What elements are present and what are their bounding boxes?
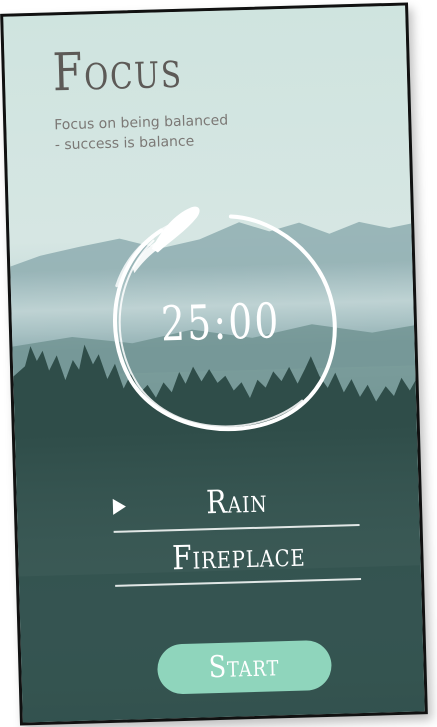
app-title: Focus	[51, 39, 184, 104]
sound-option-fireplace[interactable]: Fireplace	[114, 533, 363, 579]
timer: 25:00	[90, 195, 351, 452]
focus-app-card: Focus Focus on being balanced - success …	[0, 2, 428, 726]
start-button-label: Start	[208, 648, 281, 686]
sound-option-label: Fireplace	[171, 534, 306, 578]
sound-option-rain[interactable]: Rain	[112, 479, 361, 524]
app-subtitle: Focus on being balanced - success is bal…	[54, 109, 275, 155]
sound-option-label: Rain	[205, 481, 268, 522]
timer-display: 25:00	[160, 293, 282, 353]
start-button[interactable]: Start	[156, 639, 333, 695]
